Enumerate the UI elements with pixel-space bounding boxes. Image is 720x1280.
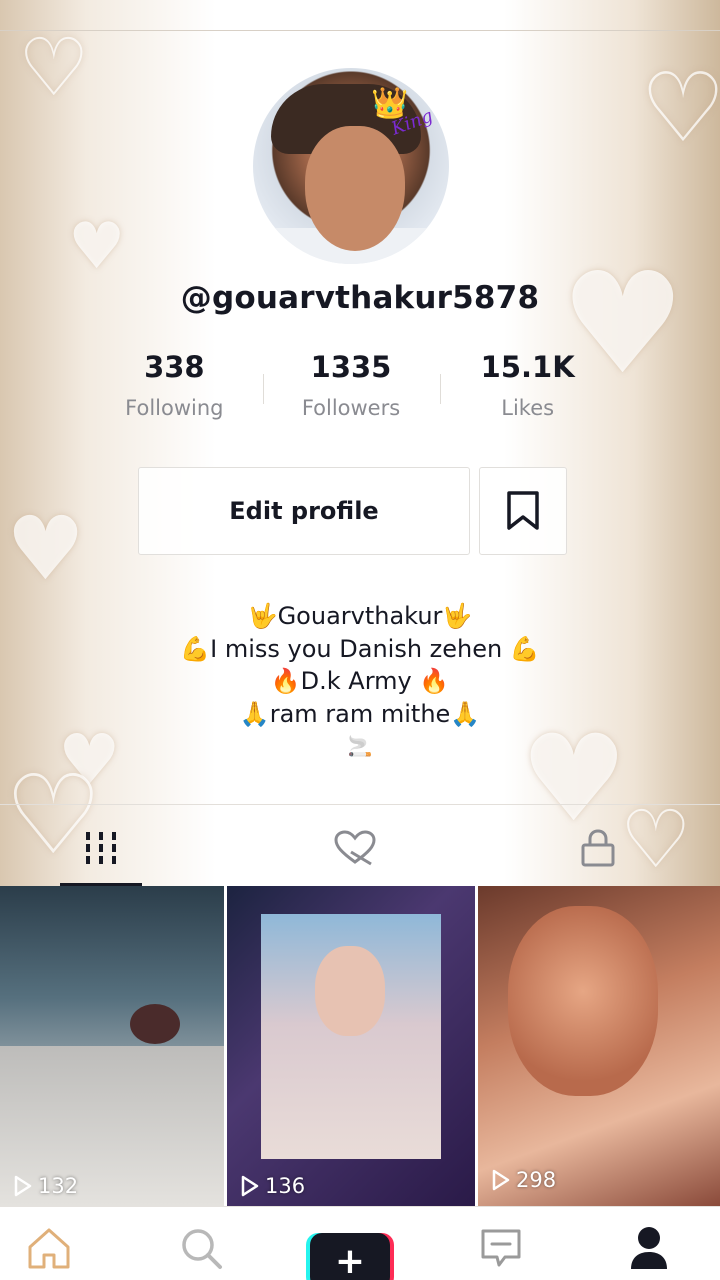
tab-private[interactable] <box>568 820 628 876</box>
bookmark-button[interactable] <box>479 467 567 555</box>
heart-decoration: ♡ <box>640 52 720 164</box>
video-thumbnail[interactable]: 298 <box>478 886 720 1206</box>
lock-icon <box>581 829 615 867</box>
tab-videos[interactable] <box>71 820 131 876</box>
play-count: 298 <box>492 1168 556 1192</box>
bio-line: 🚬 <box>347 734 373 758</box>
bio: 🤟Gouarvthakur🤟 💪I miss you Danish zehen … <box>0 600 720 763</box>
bio-line: 🔥D.k Army 🔥 <box>270 667 450 695</box>
top-divider <box>0 30 720 31</box>
stat-value: 338 <box>144 350 205 384</box>
bio-line: 💪I miss you Danish zehen 💪 <box>180 634 540 663</box>
stat-divider <box>263 374 264 404</box>
bottom-navigation: + <box>0 1206 720 1280</box>
liked-hidden-icon <box>334 830 376 866</box>
stat-followers[interactable]: 1335 Followers <box>263 350 440 420</box>
create-icon: + <box>310 1233 390 1280</box>
nav-discover[interactable] <box>176 1223 226 1273</box>
stat-label: Following <box>125 396 224 420</box>
tab-liked[interactable] <box>325 820 385 876</box>
create-button[interactable]: + <box>306 1233 394 1280</box>
heart-decoration: ♡ <box>18 21 90 114</box>
grid-icon <box>86 832 116 864</box>
thumbnail-face <box>315 946 385 1036</box>
stat-label: Followers <box>301 396 401 420</box>
nav-profile[interactable] <box>624 1223 674 1273</box>
nav-home[interactable] <box>24 1223 74 1273</box>
stat-label: Likes <box>501 396 555 420</box>
stat-likes[interactable]: 15.1K Likes <box>439 350 616 420</box>
play-count: 136 <box>241 1174 305 1198</box>
video-grid: 132 136 298 <box>0 886 720 1206</box>
stat-divider <box>440 374 441 404</box>
play-icon <box>241 1175 259 1197</box>
thumbnail-face <box>508 906 658 1096</box>
play-count-value: 136 <box>265 1174 306 1198</box>
avatar[interactable]: 👑 King <box>253 68 449 264</box>
tabs-divider <box>0 804 720 805</box>
profile-icon <box>631 1227 667 1269</box>
play-count-value: 132 <box>38 1174 79 1198</box>
inbox-icon <box>481 1229 521 1267</box>
play-icon <box>492 1169 510 1191</box>
profile-stats: 338 Following 1335 Followers 15.1K Likes <box>86 350 616 420</box>
heart-decoration: ♡ <box>620 793 692 886</box>
play-icon <box>14 1175 32 1197</box>
nav-inbox[interactable] <box>476 1223 526 1273</box>
play-count-value: 298 <box>516 1168 557 1192</box>
username: @gouarvthakur5878 <box>180 280 540 316</box>
heart-decoration: ♥ <box>68 210 126 284</box>
avatar-face <box>305 126 405 251</box>
play-count: 132 <box>14 1174 78 1198</box>
heart-decoration: ♥ <box>6 497 85 600</box>
thumbnail-bike <box>130 1004 180 1044</box>
video-thumbnail[interactable]: 136 <box>227 886 475 1206</box>
bookmark-icon <box>507 491 539 530</box>
search-icon <box>182 1229 222 1269</box>
edit-profile-button[interactable]: Edit profile <box>138 467 470 555</box>
stat-value: 15.1K <box>480 350 575 384</box>
stat-following[interactable]: 338 Following <box>86 350 263 420</box>
stat-value: 1335 <box>310 350 392 384</box>
video-thumbnail[interactable]: 132 <box>0 886 224 1206</box>
bio-line: 🤟Gouarvthakur🤟 <box>247 602 473 630</box>
bio-line: 🙏ram ram mithe🙏 <box>239 699 481 728</box>
home-icon <box>28 1228 70 1269</box>
